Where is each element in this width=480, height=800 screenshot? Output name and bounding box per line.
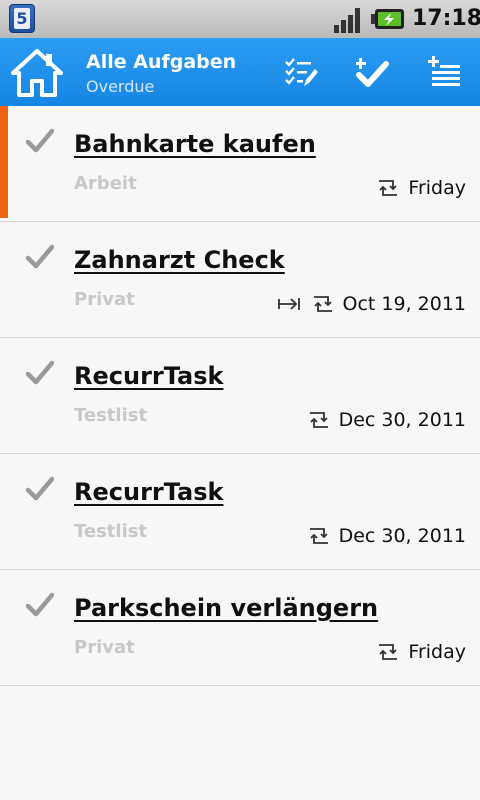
screen-subtitle: Overdue: [86, 77, 155, 96]
priority-indicator: [0, 106, 8, 218]
task-row[interactable]: Zahnarzt Check Privat Oct 19, 2011: [0, 222, 480, 338]
signal-icon: [334, 8, 360, 33]
task-due: Oct 19, 2011: [277, 290, 467, 318]
task-title: RecurrTask: [74, 362, 224, 390]
task-list-name: Testlist: [74, 405, 148, 426]
task-list-name: Arbeit: [74, 173, 137, 194]
start-date-icon: [277, 298, 300, 310]
due-date: Friday: [408, 641, 466, 663]
action-bar: Alle Aufgaben Overdue: [0, 38, 480, 106]
screen-title: Alle Aufgaben: [86, 51, 237, 73]
task-title: Parkschein verlängern: [74, 594, 379, 622]
complete-checkmark-icon[interactable]: [26, 476, 54, 502]
status-bar: 5 17:18: [0, 0, 480, 38]
task-row[interactable]: Parkschein verlängern Privat Friday: [0, 570, 480, 686]
recurring-icon: [379, 644, 398, 660]
recurring-icon: [379, 180, 398, 196]
task-title: Bahnkarte kaufen: [74, 130, 316, 158]
task-list-name: Testlist: [74, 521, 148, 542]
task-due: Friday: [376, 638, 466, 666]
notification-icon[interactable]: 5: [9, 4, 35, 33]
complete-checkmark-icon[interactable]: [26, 592, 54, 618]
task-title: RecurrTask: [74, 478, 224, 506]
complete-checkmark-icon[interactable]: [26, 128, 54, 154]
task-due: Friday: [376, 174, 466, 202]
task-row[interactable]: Bahnkarte kaufen Arbeit Friday: [0, 106, 480, 222]
recurring-icon: [309, 412, 328, 428]
notification-count: 5: [14, 8, 30, 29]
due-date: Dec 30, 2011: [338, 409, 466, 431]
task-list: Bahnkarte kaufen Arbeit Friday Zahnarzt …: [0, 106, 480, 686]
battery-charging-icon: [371, 9, 404, 29]
due-date: Friday: [408, 177, 466, 199]
task-list-name: Privat: [74, 637, 135, 658]
task-due: Dec 30, 2011: [307, 406, 466, 434]
task-title: Zahnarzt Check: [74, 246, 285, 274]
task-row[interactable]: RecurrTask Testlist Dec 30, 2011: [0, 338, 480, 454]
due-date: Dec 30, 2011: [338, 525, 466, 547]
task-row[interactable]: RecurrTask Testlist Dec 30, 2011: [0, 454, 480, 570]
task-list-name: Privat: [74, 289, 135, 310]
complete-checkmark-icon[interactable]: [26, 244, 54, 270]
clock: 17:18: [412, 6, 480, 31]
complete-checkmark-icon[interactable]: [26, 360, 54, 386]
due-date: Oct 19, 2011: [342, 293, 467, 315]
add-task-list-icon[interactable]: [428, 56, 462, 90]
recurring-icon: [309, 528, 328, 544]
recurring-icon: [313, 296, 332, 312]
task-due: Dec 30, 2011: [307, 522, 466, 550]
home-icon[interactable]: [10, 48, 64, 98]
edit-list-icon[interactable]: [284, 56, 318, 90]
checkmark-plus-icon[interactable]: [356, 56, 390, 90]
